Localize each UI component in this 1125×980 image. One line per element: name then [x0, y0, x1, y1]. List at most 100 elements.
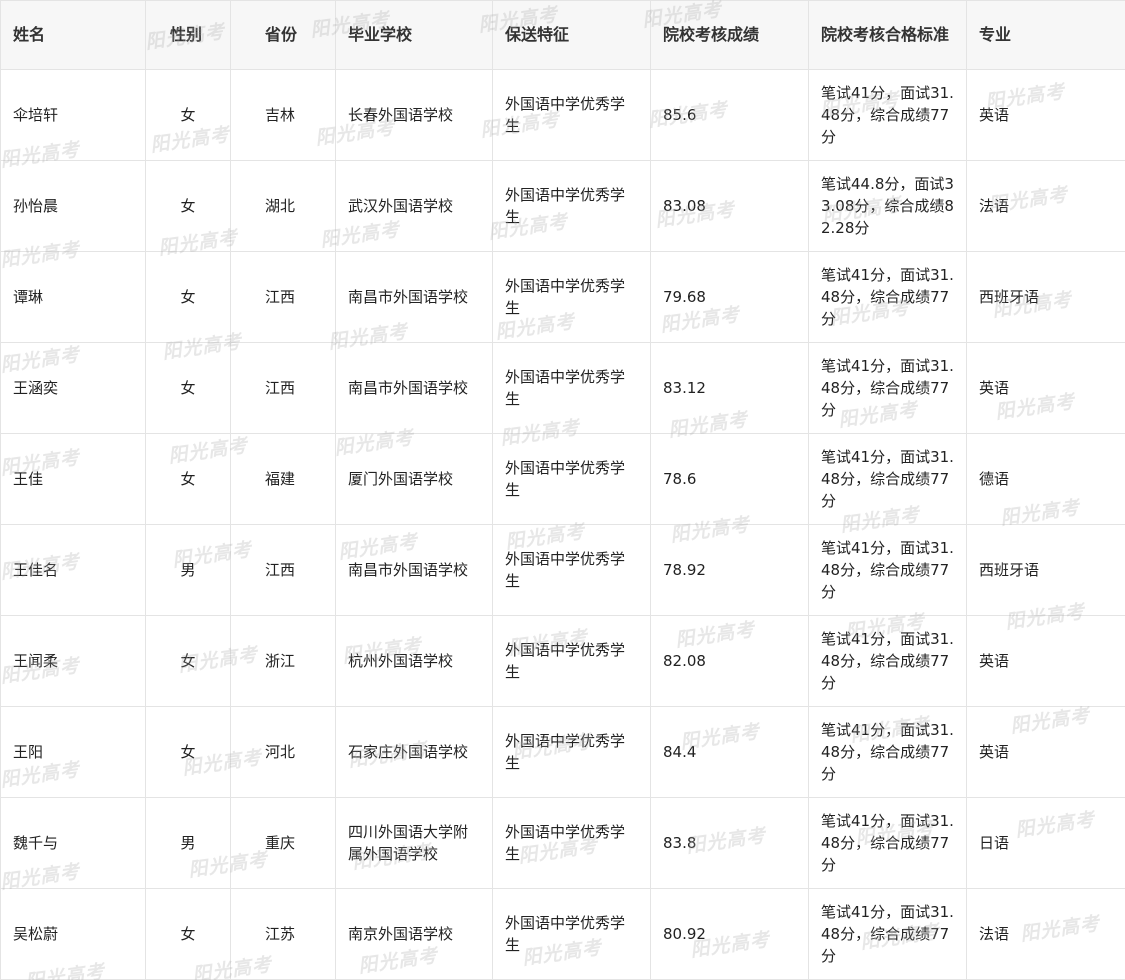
header-feature: 保送特征 — [492, 0, 651, 70]
cell-major: 法语 — [966, 160, 1125, 252]
cell-province: 湖北 — [230, 160, 336, 252]
header-province: 省份 — [230, 0, 336, 70]
cell-gender: 男 — [145, 524, 231, 616]
cell-gender: 男 — [145, 797, 231, 889]
cell-province: 江西 — [230, 524, 336, 616]
cell-feature: 外国语中学优秀学生 — [492, 888, 651, 980]
cell-standard: 笔试41分，面试31.48分，综合成绩77分 — [808, 706, 967, 798]
cell-feature: 外国语中学优秀学生 — [492, 524, 651, 616]
cell-province: 江苏 — [230, 888, 336, 980]
cell-feature: 外国语中学优秀学生 — [492, 251, 651, 343]
cell-standard: 笔试41分，面试31.48分，综合成绩77分 — [808, 615, 967, 707]
cell-score: 85.6 — [650, 69, 809, 161]
cell-major: 德语 — [966, 433, 1125, 525]
cell-major: 法语 — [966, 888, 1125, 980]
cell-name: 王阳 — [0, 706, 146, 798]
cell-feature: 外国语中学优秀学生 — [492, 69, 651, 161]
cell-name: 王佳名 — [0, 524, 146, 616]
cell-school: 石家庄外国语学校 — [335, 706, 493, 798]
cell-score: 83.12 — [650, 342, 809, 434]
cell-major: 英语 — [966, 69, 1125, 161]
cell-standard: 笔试44.8分，面试33.08分，综合成绩82.28分 — [808, 160, 967, 252]
header-standard: 院校考核合格标准 — [808, 0, 967, 70]
table-header-row: 姓名 性别 省份 毕业学校 保送特征 院校考核成绩 院校考核合格标准 专业 — [0, 0, 1125, 70]
cell-province: 吉林 — [230, 69, 336, 161]
cell-feature: 外国语中学优秀学生 — [492, 797, 651, 889]
cell-score: 80.92 — [650, 888, 809, 980]
cell-gender: 女 — [145, 433, 231, 525]
cell-score: 79.68 — [650, 251, 809, 343]
cell-gender: 女 — [145, 706, 231, 798]
cell-major: 西班牙语 — [966, 524, 1125, 616]
table-row: 王闻柔 女 浙江 杭州外国语学校 外国语中学优秀学生 82.08 笔试41分，面… — [0, 615, 1125, 707]
cell-feature: 外国语中学优秀学生 — [492, 615, 651, 707]
cell-province: 江西 — [230, 342, 336, 434]
table-row: 王涵奕 女 江西 南昌市外国语学校 外国语中学优秀学生 83.12 笔试41分，… — [0, 342, 1125, 434]
cell-name: 王涵奕 — [0, 342, 146, 434]
cell-province: 河北 — [230, 706, 336, 798]
cell-name: 孙怡晨 — [0, 160, 146, 252]
table-row: 吴松蔚 女 江苏 南京外国语学校 外国语中学优秀学生 80.92 笔试41分，面… — [0, 888, 1125, 980]
table-body: 伞培轩 女 吉林 长春外国语学校 外国语中学优秀学生 85.6 笔试41分，面试… — [0, 69, 1125, 980]
table-row: 魏千与 男 重庆 四川外国语大学附属外国语学校 外国语中学优秀学生 83.8 笔… — [0, 797, 1125, 889]
table-row: 孙怡晨 女 湖北 武汉外国语学校 外国语中学优秀学生 83.08 笔试44.8分… — [0, 160, 1125, 252]
cell-score: 78.92 — [650, 524, 809, 616]
cell-gender: 女 — [145, 160, 231, 252]
cell-province: 浙江 — [230, 615, 336, 707]
table-row: 王阳 女 河北 石家庄外国语学校 外国语中学优秀学生 84.4 笔试41分，面试… — [0, 706, 1125, 798]
cell-name: 王佳 — [0, 433, 146, 525]
cell-score: 82.08 — [650, 615, 809, 707]
cell-feature: 外国语中学优秀学生 — [492, 433, 651, 525]
cell-feature: 外国语中学优秀学生 — [492, 706, 651, 798]
header-school: 毕业学校 — [335, 0, 493, 70]
cell-province: 福建 — [230, 433, 336, 525]
cell-province: 江西 — [230, 251, 336, 343]
cell-province: 重庆 — [230, 797, 336, 889]
cell-score: 83.8 — [650, 797, 809, 889]
cell-score: 78.6 — [650, 433, 809, 525]
cell-gender: 女 — [145, 251, 231, 343]
admission-table: 姓名 性别 省份 毕业学校 保送特征 院校考核成绩 院校考核合格标准 专业 伞培… — [0, 0, 1125, 980]
cell-standard: 笔试41分，面试31.48分，综合成绩77分 — [808, 524, 967, 616]
cell-major: 英语 — [966, 342, 1125, 434]
table-row: 伞培轩 女 吉林 长春外国语学校 外国语中学优秀学生 85.6 笔试41分，面试… — [0, 69, 1125, 161]
table-row: 王佳 女 福建 厦门外国语学校 外国语中学优秀学生 78.6 笔试41分，面试3… — [0, 433, 1125, 525]
cell-school: 武汉外国语学校 — [335, 160, 493, 252]
cell-score: 83.08 — [650, 160, 809, 252]
cell-school: 四川外国语大学附属外国语学校 — [335, 797, 493, 889]
cell-school: 南昌市外国语学校 — [335, 524, 493, 616]
cell-feature: 外国语中学优秀学生 — [492, 342, 651, 434]
cell-school: 南昌市外国语学校 — [335, 342, 493, 434]
cell-name: 谭琳 — [0, 251, 146, 343]
cell-name: 伞培轩 — [0, 69, 146, 161]
cell-standard: 笔试41分，面试31.48分，综合成绩77分 — [808, 251, 967, 343]
cell-feature: 外国语中学优秀学生 — [492, 160, 651, 252]
cell-school: 长春外国语学校 — [335, 69, 493, 161]
cell-standard: 笔试41分，面试31.48分，综合成绩77分 — [808, 69, 967, 161]
cell-gender: 女 — [145, 69, 231, 161]
table-row: 王佳名 男 江西 南昌市外国语学校 外国语中学优秀学生 78.92 笔试41分，… — [0, 524, 1125, 616]
cell-score: 84.4 — [650, 706, 809, 798]
cell-standard: 笔试41分，面试31.48分，综合成绩77分 — [808, 888, 967, 980]
cell-standard: 笔试41分，面试31.48分，综合成绩77分 — [808, 342, 967, 434]
header-name: 姓名 — [0, 0, 146, 70]
cell-school: 南昌市外国语学校 — [335, 251, 493, 343]
table-row: 谭琳 女 江西 南昌市外国语学校 外国语中学优秀学生 79.68 笔试41分，面… — [0, 251, 1125, 343]
cell-gender: 女 — [145, 888, 231, 980]
cell-major: 英语 — [966, 706, 1125, 798]
cell-gender: 女 — [145, 615, 231, 707]
cell-name: 魏千与 — [0, 797, 146, 889]
cell-major: 英语 — [966, 615, 1125, 707]
cell-school: 厦门外国语学校 — [335, 433, 493, 525]
cell-standard: 笔试41分，面试31.48分，综合成绩77分 — [808, 433, 967, 525]
cell-gender: 女 — [145, 342, 231, 434]
header-major: 专业 — [966, 0, 1125, 70]
header-gender: 性别 — [145, 0, 231, 70]
cell-school: 南京外国语学校 — [335, 888, 493, 980]
cell-major: 日语 — [966, 797, 1125, 889]
cell-major: 西班牙语 — [966, 251, 1125, 343]
cell-name: 吴松蔚 — [0, 888, 146, 980]
cell-school: 杭州外国语学校 — [335, 615, 493, 707]
cell-name: 王闻柔 — [0, 615, 146, 707]
cell-standard: 笔试41分，面试31.48分，综合成绩77分 — [808, 797, 967, 889]
